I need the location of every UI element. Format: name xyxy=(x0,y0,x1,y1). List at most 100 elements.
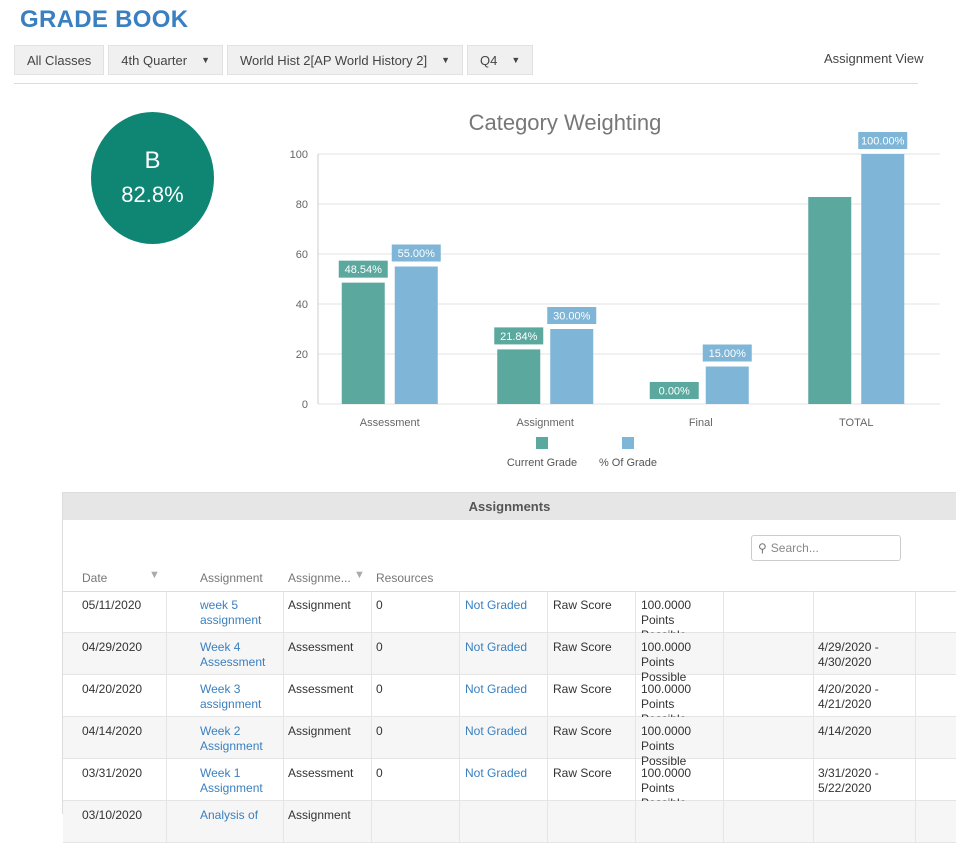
column-assignment[interactable]: Assignment xyxy=(200,571,263,585)
cell-status[interactable]: Not Graded xyxy=(465,598,545,613)
column-separator xyxy=(166,759,167,800)
column-resources[interactable]: Resources xyxy=(376,571,433,585)
table-row: 04/20/2020 Week 3 assignment Assessment 0 No… xyxy=(63,675,956,726)
cell-assignment[interactable]: Week 4 Assessment xyxy=(200,640,278,670)
column-separator xyxy=(915,675,916,716)
column-separator xyxy=(459,801,460,842)
data-label: 55.00% xyxy=(398,248,436,260)
column-separator xyxy=(635,717,636,758)
cell-assignment[interactable]: Analysis of xyxy=(200,808,278,823)
bar-assignment-current-grade xyxy=(497,349,541,404)
cell-score-type: Raw Score xyxy=(553,724,612,738)
data-label: 0.00% xyxy=(659,386,690,398)
column-separator xyxy=(283,591,284,632)
column-separator xyxy=(635,801,636,842)
column-separator xyxy=(547,675,548,716)
bar-total-pct-of-grade xyxy=(861,154,905,404)
column-separator xyxy=(813,591,814,632)
column-separator xyxy=(166,675,167,716)
column-separator xyxy=(166,801,167,842)
column-separator xyxy=(371,633,372,674)
column-separator xyxy=(371,801,372,842)
column-separator xyxy=(813,759,814,800)
column-separator xyxy=(459,717,460,758)
column-separator xyxy=(371,717,372,758)
bar-assessment-current-grade xyxy=(341,282,385,404)
column-separator xyxy=(813,801,814,842)
cell-resources: 0 xyxy=(376,766,383,780)
data-label: 30.00% xyxy=(553,311,591,323)
x-tick-label: Assessment xyxy=(360,417,420,429)
bar-total-current-grade xyxy=(808,197,852,404)
filter-icon[interactable]: ▼ xyxy=(149,569,160,581)
cell-date: 03/10/2020 xyxy=(82,808,143,822)
data-label: 21.84% xyxy=(500,331,538,343)
column-separator xyxy=(915,801,916,842)
column-separator xyxy=(371,759,372,800)
cell-date: 04/29/2020 xyxy=(82,640,143,654)
column-separator xyxy=(283,759,284,800)
cell-assignment[interactable]: Week 1 Assignment xyxy=(200,766,278,796)
column-separator xyxy=(459,675,460,716)
table-row: 04/29/2020 Week 4 Assessment Assessment 0 No… xyxy=(63,633,956,684)
legend-label: Current Grade xyxy=(507,457,577,469)
cell-type: Assignment xyxy=(288,808,351,822)
data-label: 15.00% xyxy=(709,348,747,360)
y-tick-label: 100 xyxy=(290,149,308,161)
assignments-panel-title: Assignments xyxy=(63,493,956,520)
column-separator xyxy=(635,759,636,800)
column-separator xyxy=(813,675,814,716)
bar-assignment-pct-of-grade xyxy=(550,329,594,404)
table-row: 03/31/2020 Week 1 Assignment Assessment 0 No… xyxy=(63,759,956,810)
cell-type: Assignment xyxy=(288,598,351,612)
bar-assessment-pct-of-grade xyxy=(394,266,438,404)
column-separator xyxy=(283,675,284,716)
column-separator xyxy=(166,591,167,632)
cell-type: Assignment xyxy=(288,724,351,738)
assignments-table-body: 05/11/2020 week 5 assignment Assignment 0 No… xyxy=(63,591,956,843)
cell-score-type: Raw Score xyxy=(553,766,612,780)
column-separator xyxy=(723,633,724,674)
cell-date: 04/14/2020 xyxy=(82,724,143,738)
column-separator xyxy=(371,591,372,632)
filter-icon[interactable]: ▼ xyxy=(354,569,365,581)
column-separator xyxy=(723,759,724,800)
y-tick-label: 40 xyxy=(296,299,308,311)
cell-score-type: Raw Score xyxy=(553,682,612,696)
column-separator xyxy=(915,717,916,758)
cell-range: 3/31/2020 - 5/22/2020 xyxy=(818,766,879,795)
y-tick-label: 0 xyxy=(302,399,308,411)
search-icon: ⚲ xyxy=(758,541,767,555)
cell-status[interactable]: Not Graded xyxy=(465,766,545,781)
column-separator xyxy=(813,717,814,758)
column-separator xyxy=(459,759,460,800)
cell-assignment[interactable]: Week 2 Assignment xyxy=(200,724,278,754)
cell-date: 04/20/2020 xyxy=(82,682,143,696)
cell-status[interactable]: Not Graded xyxy=(465,724,545,739)
column-date[interactable]: Date xyxy=(82,571,107,585)
bar-final-pct-of-grade xyxy=(705,366,749,404)
column-separator xyxy=(723,591,724,632)
cell-status[interactable]: Not Graded xyxy=(465,640,545,655)
column-separator xyxy=(283,801,284,842)
column-separator xyxy=(459,591,460,632)
column-separator xyxy=(166,717,167,758)
column-separator xyxy=(635,591,636,632)
y-tick-label: 20 xyxy=(296,349,308,361)
cell-assignment[interactable]: Week 3 assignment xyxy=(200,682,278,712)
cell-assignment[interactable]: week 5 assignment xyxy=(200,598,278,628)
search-input[interactable]: ⚲ Search... xyxy=(751,535,901,561)
assignments-panel: Assignments ⚲ Search... Date ▼ Assignmen… xyxy=(62,492,956,843)
column-separator xyxy=(915,633,916,674)
column-assignment-type[interactable]: Assignme... xyxy=(288,571,351,585)
cell-status[interactable]: Not Graded xyxy=(465,682,545,697)
cell-resources: 0 xyxy=(376,640,383,654)
legend-swatch xyxy=(622,437,634,449)
search-placeholder: Search... xyxy=(770,541,819,555)
column-separator xyxy=(547,633,548,674)
table-row: 05/11/2020 week 5 assignment Assignment 0 No… xyxy=(63,591,956,642)
cell-type: Assessment xyxy=(288,682,354,696)
column-separator xyxy=(723,675,724,716)
column-separator xyxy=(723,717,724,758)
legend-swatch xyxy=(536,437,548,449)
